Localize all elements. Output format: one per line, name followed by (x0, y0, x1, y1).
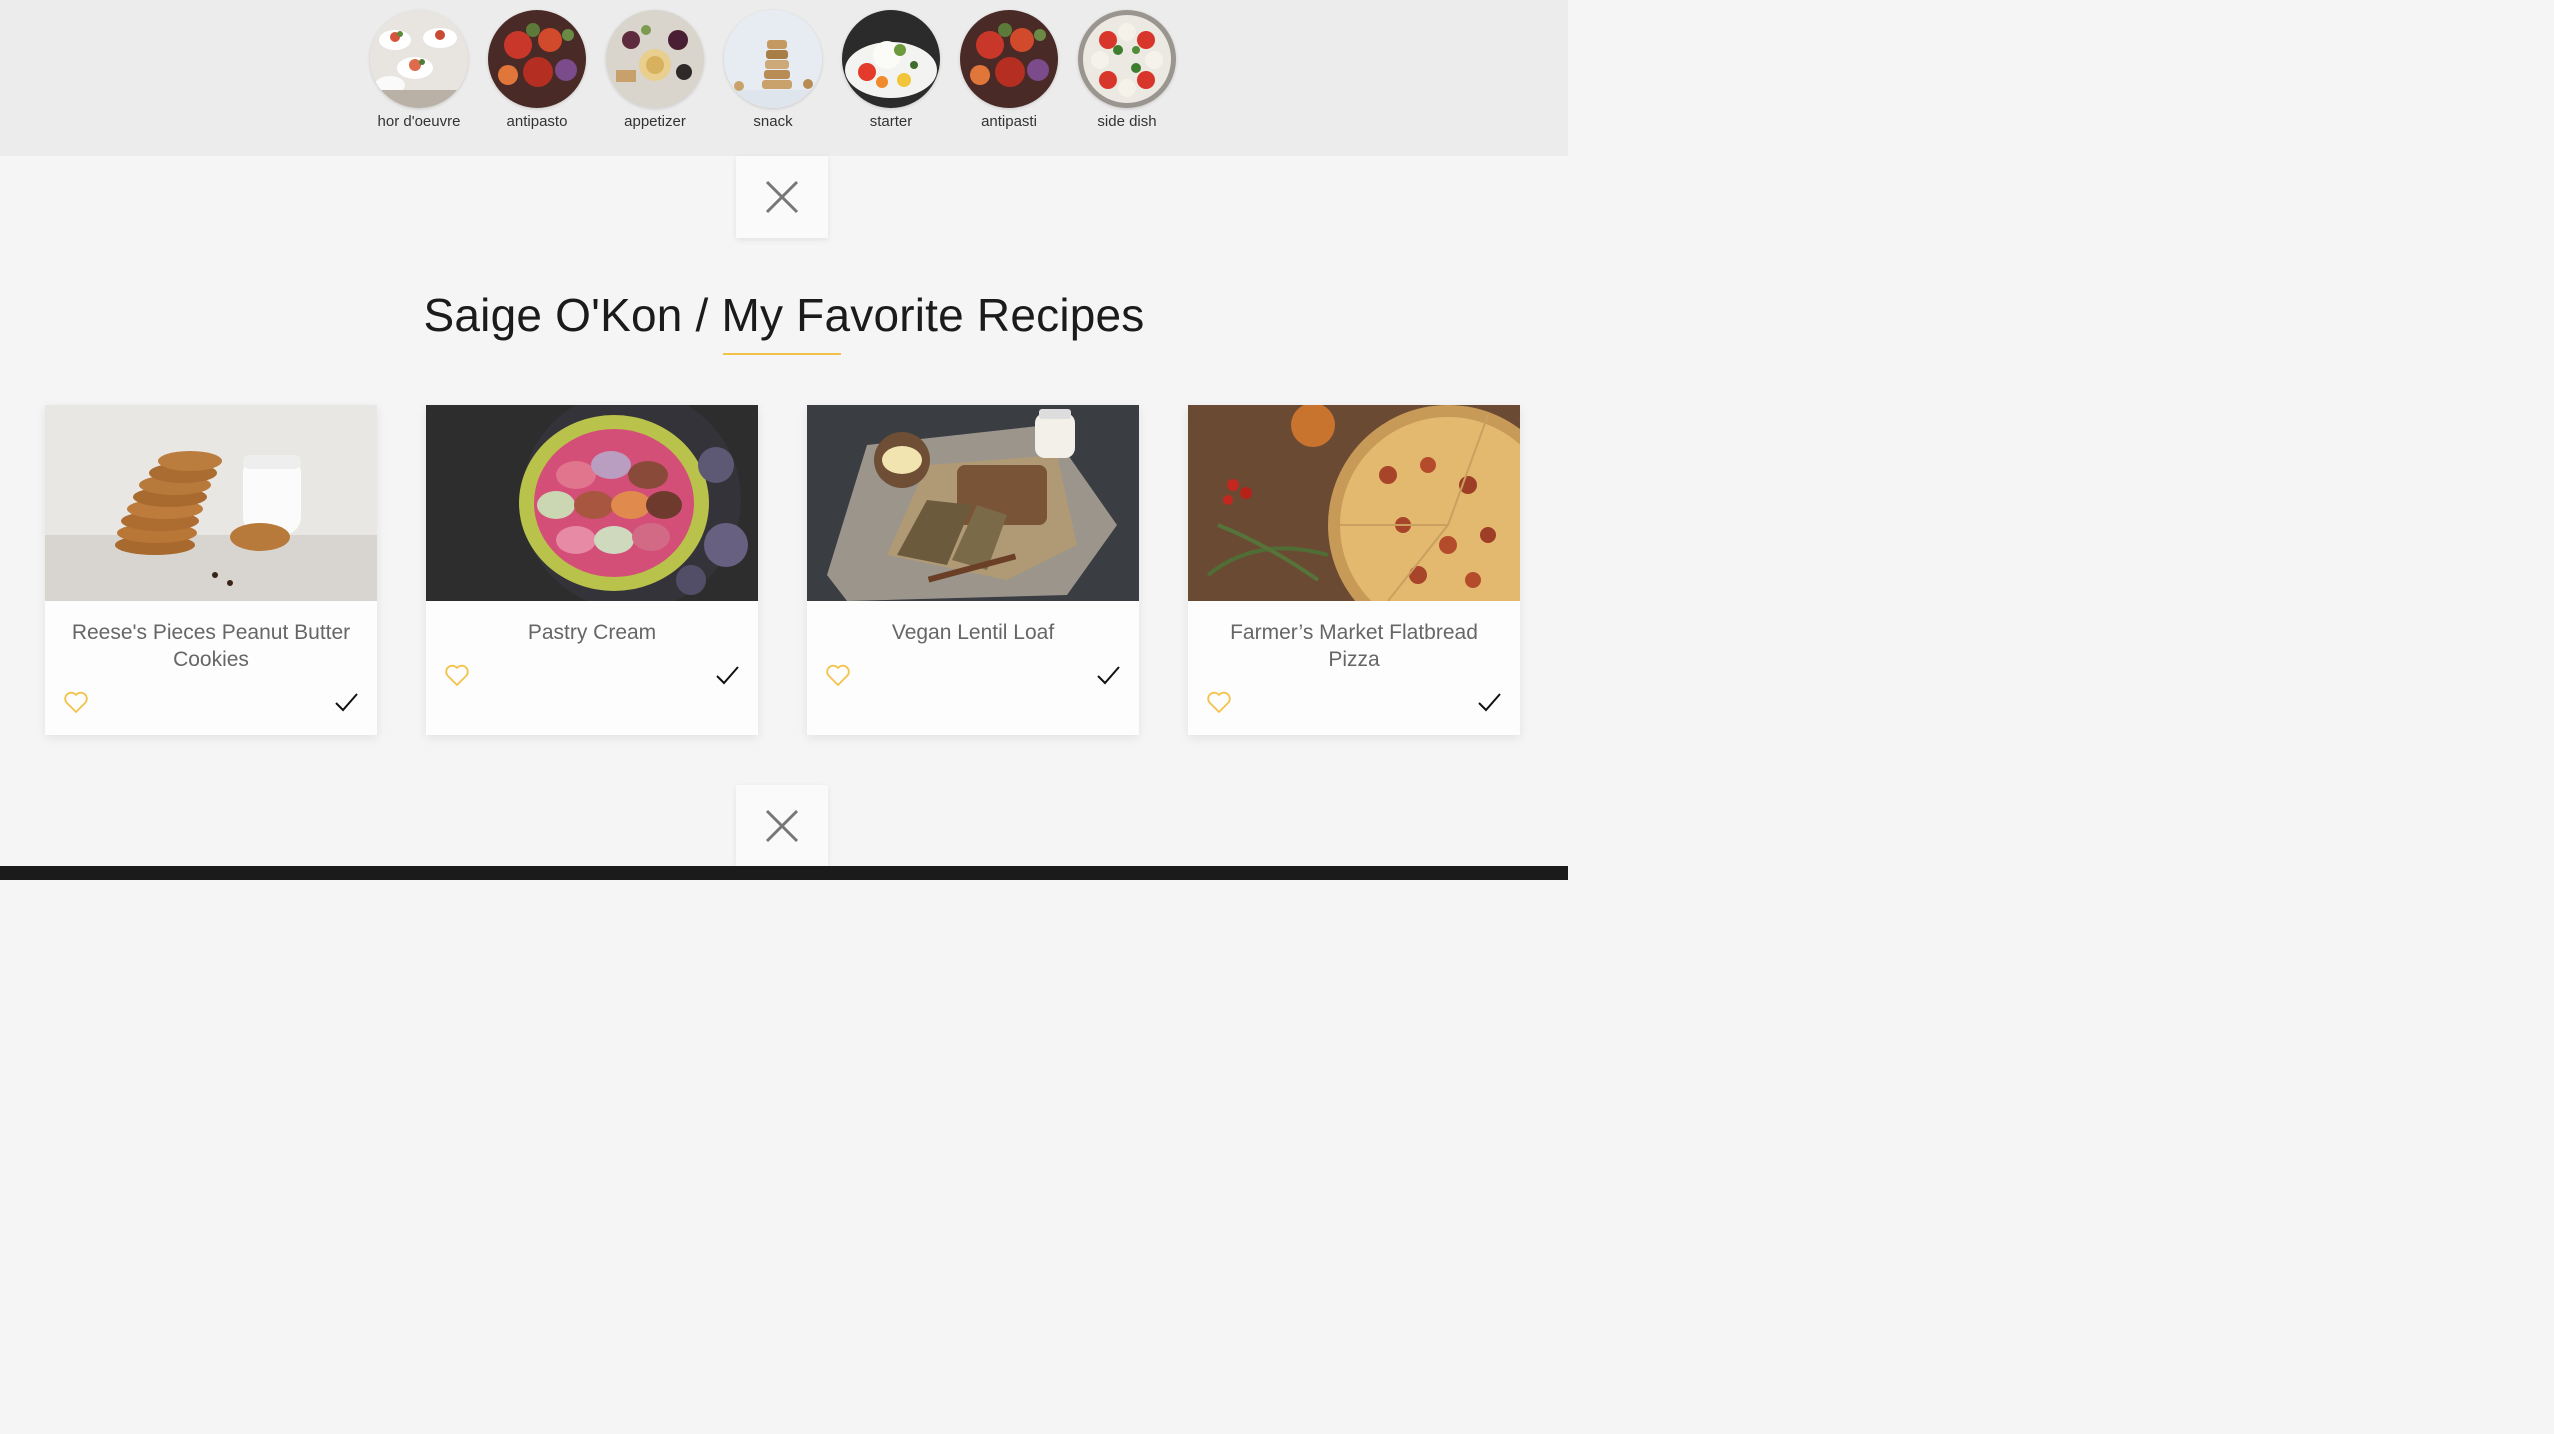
title-underline (723, 353, 841, 355)
category-appetizer[interactable]: appetizer (606, 10, 704, 130)
checkmark-icon (1097, 666, 1120, 685)
page-title: Saige O'Kon / My Favorite Recipes (423, 289, 1145, 341)
category-snack[interactable]: snack (724, 10, 822, 130)
category-starter[interactable]: starter (842, 10, 940, 130)
recipe-title[interactable]: Vegan Lentil Loaf (827, 619, 1119, 646)
recipe-grid: Reese's Pieces Peanut Butter Cookies Pas… (45, 405, 1520, 735)
recipe-title[interactable]: Farmer’s Market Flatbread Pizza (1208, 619, 1500, 673)
heart-icon (1207, 691, 1231, 713)
mark-done-button[interactable] (333, 689, 359, 715)
category-label: starter (869, 113, 913, 130)
heart-icon (445, 664, 469, 686)
card-actions (1188, 689, 1520, 715)
close-button[interactable] (736, 156, 828, 238)
macarons-photo[interactable] (426, 405, 758, 601)
footer-bar (0, 866, 1568, 880)
mark-done-button[interactable] (714, 662, 740, 688)
mark-done-button[interactable] (1095, 662, 1121, 688)
antipasto-photo (488, 10, 586, 108)
heart-icon (64, 691, 88, 713)
card-actions (807, 662, 1139, 688)
category-label: antipasto (506, 113, 568, 130)
category-label: hor d'oeuvre (377, 113, 461, 130)
checkmark-icon (716, 666, 739, 685)
snack-photo (724, 10, 822, 108)
checkmark-icon (335, 693, 358, 712)
favorite-button[interactable] (825, 662, 851, 688)
recipe-title[interactable]: Pastry Cream (446, 619, 738, 646)
category-label: appetizer (624, 113, 686, 130)
checkmark-icon (1478, 693, 1501, 712)
antipasti-photo (960, 10, 1058, 108)
category-antipasti[interactable]: antipasti (960, 10, 1058, 130)
category-hors-doeuvre[interactable]: hor d'oeuvre (370, 10, 468, 130)
lentil-loaf-photo[interactable] (807, 405, 1139, 601)
close-icon (765, 809, 799, 842)
pizza-photo[interactable] (1188, 405, 1520, 601)
card-actions (426, 662, 758, 688)
close-button[interactable] (736, 785, 828, 866)
category-bar: hor d'oeuvre antipasto appetizer snack s… (0, 0, 1568, 156)
category-label: side dish (1097, 113, 1157, 130)
recipe-card: Reese's Pieces Peanut Butter Cookies (45, 405, 377, 735)
recipe-card: Pastry Cream (426, 405, 758, 735)
close-icon (765, 180, 799, 214)
category-label: snack (753, 113, 793, 130)
hors-doeuvre-photo (370, 10, 468, 108)
side-dish-photo (1078, 10, 1176, 108)
appetizer-photo (606, 10, 704, 108)
recipe-card: Farmer’s Market Flatbread Pizza (1188, 405, 1520, 735)
category-side-dish[interactable]: side dish (1078, 10, 1176, 130)
favorite-button[interactable] (1206, 689, 1232, 715)
cookies-photo[interactable] (45, 405, 377, 601)
favorite-button[interactable] (63, 689, 89, 715)
mark-done-button[interactable] (1476, 689, 1502, 715)
starter-photo (842, 10, 940, 108)
recipe-card: Vegan Lentil Loaf (807, 405, 1139, 735)
category-antipasto[interactable]: antipasto (488, 10, 586, 130)
category-label: antipasti (981, 113, 1037, 130)
recipe-title[interactable]: Reese's Pieces Peanut Butter Cookies (65, 619, 357, 673)
card-actions (45, 689, 377, 715)
heart-icon (826, 664, 850, 686)
category-list: hor d'oeuvre antipasto appetizer snack s… (370, 10, 1176, 130)
favorite-button[interactable] (444, 662, 470, 688)
